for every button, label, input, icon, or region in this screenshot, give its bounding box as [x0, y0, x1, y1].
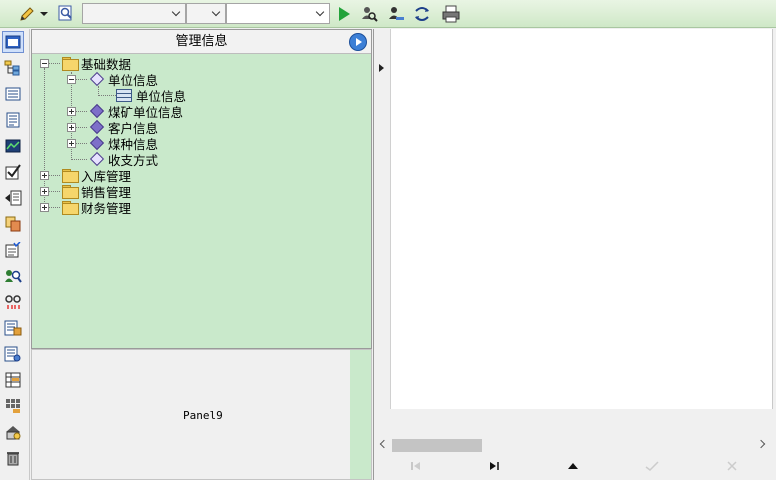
grid-body[interactable] [391, 29, 773, 409]
dropdown-arrow-icon[interactable] [38, 3, 50, 25]
checklist-icon[interactable] [2, 239, 24, 261]
module-icon[interactable] [2, 395, 24, 417]
module-iconbar [0, 29, 30, 480]
tree-expand-toggle[interactable] [40, 171, 49, 180]
tree-panel: 管理信息 基础数据 单位信息 单位信息 煤矿单位信息 客户信息 煤种信息 收支方… [31, 29, 372, 349]
tree-line [71, 159, 87, 160]
folder-icon [62, 57, 79, 71]
tree-panel-header: 管理信息 [32, 30, 371, 54]
folder-icon [62, 201, 79, 215]
cancel-icon[interactable] [722, 458, 742, 474]
scroll-thumb[interactable] [392, 439, 482, 452]
tree-expand-toggle[interactable] [67, 107, 76, 116]
link-icon[interactable] [2, 291, 24, 313]
settings-icon[interactable] [2, 421, 24, 443]
tree-collapse-toggle[interactable] [67, 75, 76, 84]
last-icon[interactable] [484, 458, 504, 474]
scroll-right-icon[interactable] [756, 439, 766, 449]
scroll-left-icon[interactable] [379, 439, 389, 449]
search-people-icon[interactable] [2, 265, 24, 287]
chevron-down-icon [316, 8, 326, 18]
main-toolbar [0, 0, 776, 28]
search-user-icon[interactable] [358, 3, 380, 25]
chevron-down-icon [172, 8, 182, 18]
tag-icon [89, 104, 105, 118]
tree-node-label: 财务管理 [81, 200, 132, 216]
export-icon[interactable] [2, 187, 24, 209]
filter-combo-2[interactable] [186, 3, 226, 24]
record-navigator [374, 455, 774, 477]
pencil-icon[interactable] [16, 3, 38, 25]
refresh-icon[interactable] [411, 3, 433, 25]
grid-report-icon[interactable] [2, 369, 24, 391]
panel9-side-strip [350, 350, 371, 479]
folder-icon [62, 185, 79, 199]
tag-icon [89, 120, 105, 134]
grid-form-icon [116, 88, 132, 102]
report-icon[interactable] [2, 317, 24, 339]
tree-node-finance[interactable]: 财务管理 [62, 199, 132, 216]
current-row-indicator-icon [379, 64, 384, 72]
grid-horizontal-scrollbar[interactable] [374, 437, 774, 454]
tag-icon [89, 136, 105, 150]
filter-combo-3[interactable] [226, 3, 330, 24]
filter-combo-1[interactable] [82, 3, 186, 24]
data-grid [373, 29, 776, 480]
trash-icon[interactable] [2, 447, 24, 469]
panel9: Panel9 [31, 349, 372, 480]
tree-collapse-toggle[interactable] [40, 59, 49, 68]
grid-row-indicator [374, 29, 391, 409]
tree-expand-toggle[interactable] [40, 187, 49, 196]
tree-expand-toggle[interactable] [67, 123, 76, 132]
window-icon[interactable] [2, 31, 24, 53]
tag-icon [89, 72, 105, 86]
tree-icon[interactable] [2, 57, 24, 79]
print-icon[interactable] [440, 3, 462, 25]
post-icon[interactable] [642, 458, 662, 474]
checkbox-icon[interactable] [2, 161, 24, 183]
first-icon[interactable] [406, 458, 426, 474]
copy-icon[interactable] [2, 213, 24, 235]
chevron-down-icon [212, 8, 222, 18]
tree-panel-title: 管理信息 [175, 34, 228, 49]
search-user-alt-icon[interactable] [385, 3, 407, 25]
document-icon[interactable] [2, 109, 24, 131]
folder-icon [62, 169, 79, 183]
panel9-label: Panel9 [183, 409, 223, 422]
up-icon[interactable] [563, 458, 583, 474]
find-icon[interactable] [55, 3, 77, 25]
collapse-panel-icon[interactable] [349, 33, 367, 51]
tree-expand-toggle[interactable] [40, 203, 49, 212]
tag-icon [89, 152, 105, 166]
chart-icon[interactable] [2, 135, 24, 157]
tree-expand-toggle[interactable] [67, 139, 76, 148]
tree-line [98, 95, 116, 96]
play-icon[interactable] [333, 3, 355, 25]
list-icon[interactable] [2, 83, 24, 105]
report-alt-icon[interactable] [2, 343, 24, 365]
